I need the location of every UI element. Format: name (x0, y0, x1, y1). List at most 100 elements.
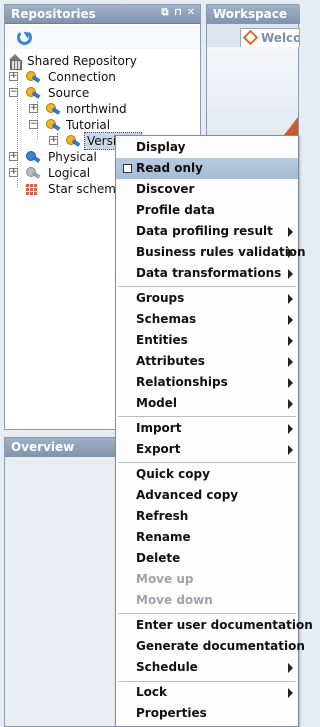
menu-item-properties[interactable]: Properties (116, 703, 298, 724)
diamond-icon (242, 29, 259, 46)
menu-separator (118, 286, 296, 287)
overview-panel-title: Overview (11, 440, 75, 454)
menu-item-label: Read only (136, 161, 203, 175)
menu-item-generate-documentation[interactable]: Generate documentation (116, 636, 305, 657)
key-blue-icon (25, 149, 41, 165)
expand-icon[interactable]: + (29, 104, 38, 113)
menu-item-import[interactable]: Import (116, 418, 298, 439)
submenu-arrow-icon (288, 378, 293, 388)
tree-node-label: Shared Repository (27, 54, 137, 68)
submenu-arrow-icon (288, 357, 293, 367)
tab-welcome[interactable]: Welcome (240, 28, 300, 47)
menu-item-attributes[interactable]: Attributes (116, 351, 298, 372)
menu-item-label: Data transformations (136, 266, 282, 280)
expand-icon[interactable]: + (9, 152, 18, 161)
key-icon (45, 117, 61, 133)
menu-item-label: Generate documentation (136, 639, 305, 653)
menu-item-label: Quick copy (136, 467, 210, 481)
submenu-arrow-icon (288, 399, 293, 409)
menu-item-lock[interactable]: Lock (116, 682, 298, 703)
collapse-icon[interactable]: − (29, 120, 38, 129)
close-icon[interactable]: ✕ (186, 7, 196, 19)
house-icon (7, 53, 23, 70)
collapse-icon[interactable]: − (9, 88, 18, 97)
menu-item-rename[interactable]: Rename (116, 527, 298, 548)
expand-icon[interactable]: + (9, 168, 18, 177)
submenu-arrow-icon (288, 424, 293, 434)
menu-item-model[interactable]: Model (116, 393, 298, 414)
menu-item-export[interactable]: Export (116, 439, 298, 460)
tree-node-label: Star schema (48, 182, 124, 196)
tree-node-label: Connection (48, 70, 116, 84)
menu-item-label: Groups (136, 291, 185, 305)
float-icon[interactable]: ⧉ (160, 7, 170, 19)
menu-item-label: Entities (136, 333, 188, 347)
menu-item-schedule[interactable]: Schedule (116, 657, 298, 678)
menu-item-label: Model (136, 396, 178, 410)
menu-item-entities[interactable]: Entities (116, 330, 298, 351)
tree-node-label: Source (48, 86, 90, 100)
key-icon (25, 85, 41, 101)
menu-item-display[interactable]: Display (116, 137, 298, 158)
menu-item-label: Business rules validation (136, 245, 306, 259)
menu-item-discover[interactable]: Discover (116, 179, 298, 200)
submenu-arrow-icon (288, 688, 293, 698)
pin-icon[interactable]: ⊓ (173, 7, 183, 19)
submenu-arrow-icon (288, 294, 293, 304)
menu-item-move-up: Move up (116, 569, 298, 590)
menu-item-profile-data[interactable]: Profile data (116, 200, 298, 221)
expand-icon[interactable]: + (49, 136, 58, 145)
menu-item-label: Refresh (136, 509, 189, 523)
menu-item-label: Rename (136, 530, 191, 544)
menu-item-label: Profile data (136, 203, 215, 217)
submenu-arrow-icon (288, 227, 293, 237)
menu-item-schemas[interactable]: Schemas (116, 309, 298, 330)
menu-item-label: Delete (136, 551, 181, 565)
grid-icon (26, 183, 38, 195)
menu-item-data-transformations[interactable]: Data transformations (116, 263, 298, 284)
menu-item-enter-user-documentation[interactable]: Enter user documentation (116, 615, 313, 636)
key-icon (25, 69, 41, 85)
tree-node-label: Tutorial (66, 118, 111, 132)
menu-item-move-down: Move down (116, 590, 298, 611)
menu-item-label: Advanced copy (136, 488, 239, 502)
key-icon (65, 133, 81, 149)
expand-icon[interactable]: + (9, 72, 18, 81)
menu-item-label: Properties (136, 706, 207, 720)
key-gray-icon (25, 165, 41, 181)
tree-node-label: northwind (66, 102, 127, 116)
submenu-arrow-icon (288, 445, 293, 455)
submenu-arrow-icon (288, 269, 293, 279)
menu-item-label: Export (136, 442, 181, 456)
repositories-panel-header: Repositories ⧉ ⊓ ✕ (5, 5, 200, 24)
menu-item-label: Data profiling result (136, 224, 273, 238)
menu-item-label: Schemas (136, 312, 197, 326)
menu-item-label: Move up (136, 572, 194, 586)
repositories-panel-title: Repositories (11, 7, 96, 21)
menu-separator (118, 462, 296, 463)
menu-item-label: Import (136, 421, 182, 435)
submenu-arrow-icon (288, 248, 293, 258)
submenu-arrow-icon (288, 663, 293, 673)
menu-item-advanced-copy[interactable]: Advanced copy (116, 485, 298, 506)
menu-separator (118, 416, 296, 417)
menu-item-business-rules-validation[interactable]: Business rules validation (116, 242, 306, 263)
menu-item-refresh[interactable]: Refresh (116, 506, 298, 527)
menu-item-label: Attributes (136, 354, 205, 368)
menu-item-label: Schedule (136, 660, 198, 674)
tree-node-label: Logical (48, 166, 91, 180)
workspace-panel-header: Workspace (207, 5, 300, 24)
menu-item-groups[interactable]: Groups (116, 288, 298, 309)
refresh-icon[interactable] (17, 30, 32, 45)
tree-node-label: Physical (48, 150, 97, 164)
menu-item-relationships[interactable]: Relationships (116, 372, 298, 393)
key-icon (45, 101, 61, 117)
menu-item-delete[interactable]: Delete (116, 548, 298, 569)
menu-item-read-only[interactable]: Read only (116, 158, 298, 179)
menu-item-data-profiling-result[interactable]: Data profiling result (116, 221, 298, 242)
checkbox-icon[interactable] (123, 164, 132, 173)
submenu-arrow-icon (288, 336, 293, 346)
menu-item-label: Move down (136, 593, 213, 607)
menu-item-quick-copy[interactable]: Quick copy (116, 464, 298, 485)
tab-welcome-label: Welcome (261, 31, 300, 45)
